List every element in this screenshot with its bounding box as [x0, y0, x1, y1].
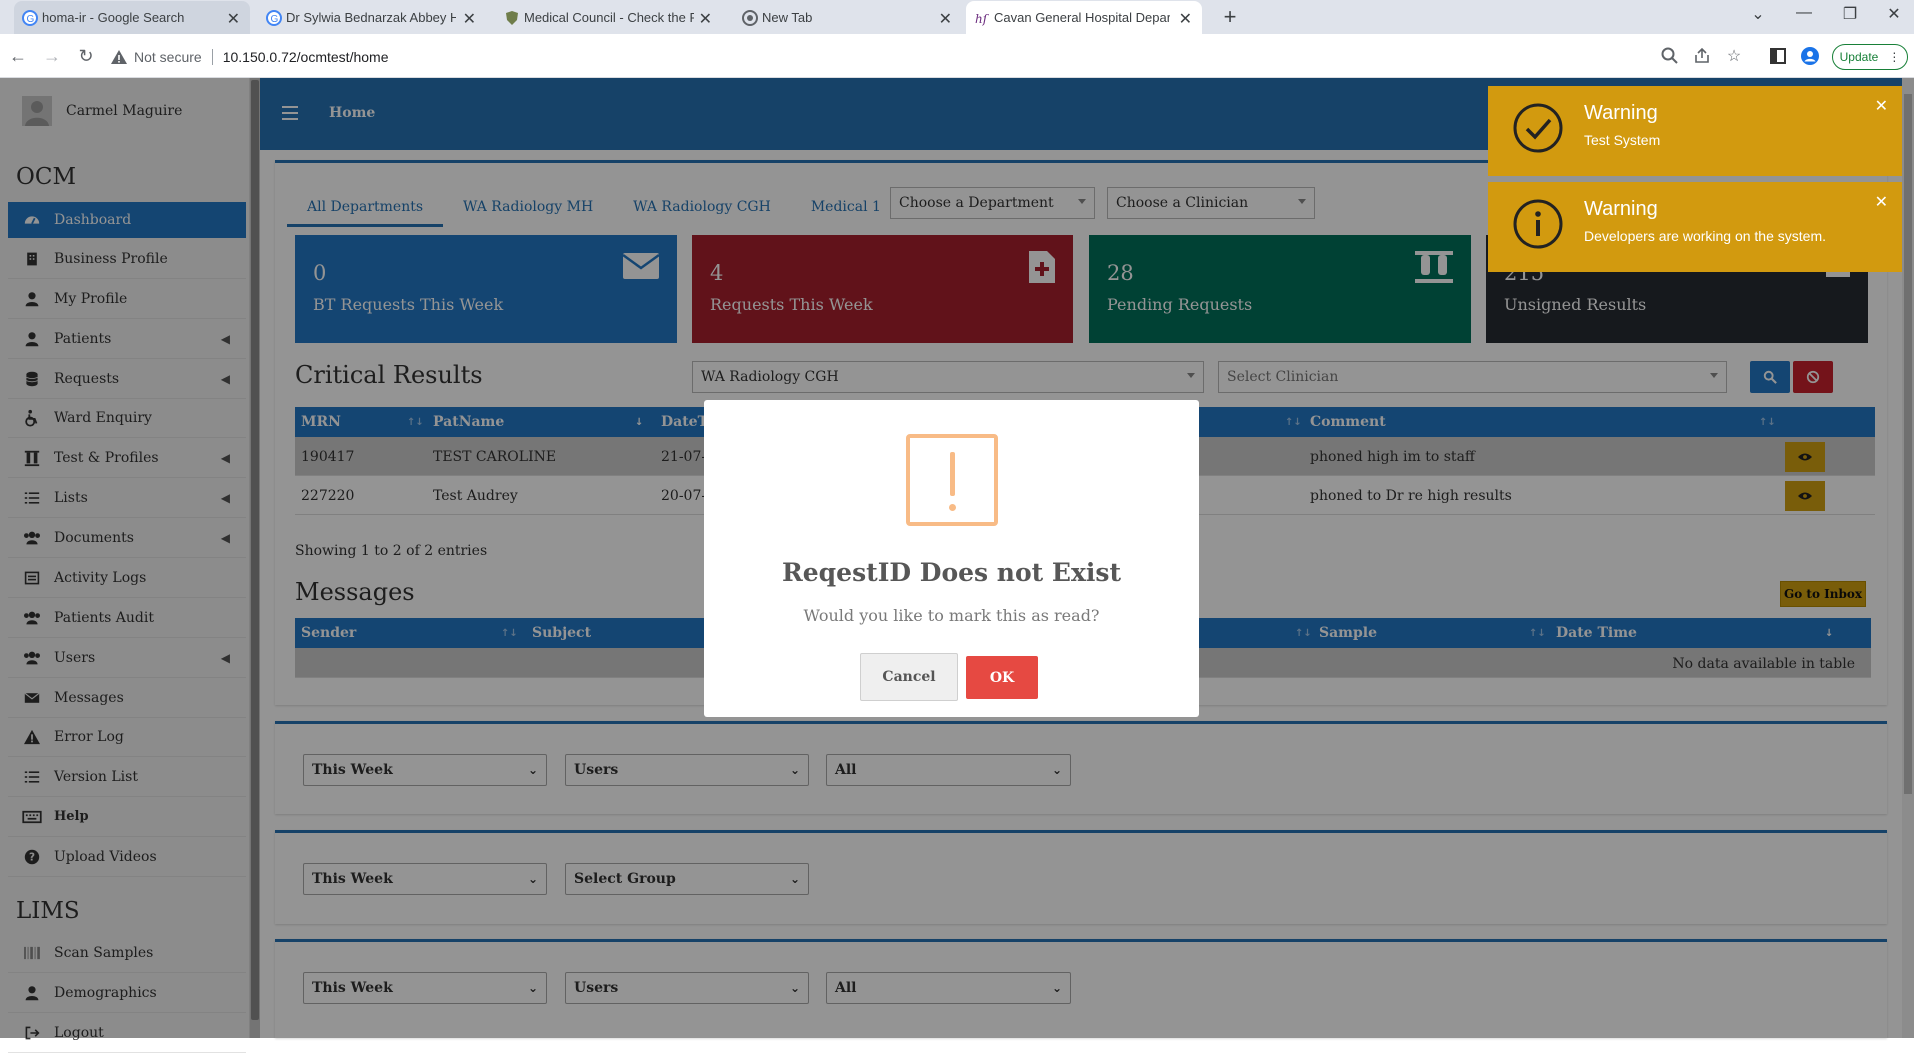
browser-tab[interactable]: New Tab ✕ — [734, 1, 962, 34]
tab-title: Dr Sylwia Bednarzak Abbey Hou — [286, 10, 456, 25]
shield-icon — [506, 11, 518, 25]
address-bar: ← → ↻ Not secure 10.150.0.72/ocmtest/hom… — [0, 34, 1914, 78]
google-icon: G — [266, 10, 282, 26]
browser-tab-strip: G homa-ir - Google Search ✕ G Dr Sylwia … — [0, 0, 1914, 34]
svg-text:G: G — [27, 14, 35, 25]
toast-warning: Warning Test System ✕ — [1488, 86, 1902, 176]
cancel-button[interactable]: Cancel — [860, 653, 958, 701]
hse-logo-icon: hſ — [975, 12, 990, 26]
close-icon[interactable]: ✕ — [1875, 192, 1888, 211]
svg-text:G: G — [271, 14, 279, 25]
warning-icon — [111, 50, 127, 64]
back-icon[interactable]: ← — [6, 44, 30, 68]
tab-title: New Tab — [762, 10, 813, 25]
reload-icon[interactable]: ↻ — [74, 44, 98, 68]
close-icon[interactable]: ✕ — [227, 9, 240, 29]
close-icon[interactable]: ✕ — [699, 9, 712, 29]
browser-tab-active[interactable]: hſ Cavan General Hospital Departr ✕ — [966, 1, 1202, 34]
toast-title: Warning — [1584, 198, 1658, 220]
side-panel-icon[interactable] — [1768, 46, 1788, 66]
url-text: 10.150.0.72/ocmtest/home — [222, 49, 389, 65]
restore-icon[interactable]: ❐ — [1836, 4, 1864, 28]
divider — [211, 49, 213, 65]
exclamation-bar — [950, 452, 955, 496]
confirm-dialog: ReqestID Does not Exist Would you like t… — [704, 400, 1199, 717]
dialog-title: ReqestID Does not Exist — [782, 558, 1121, 587]
toast-message: Developers are working on the system. — [1584, 228, 1826, 244]
check-circle-icon — [1513, 103, 1563, 153]
browser-tab[interactable]: G homa-ir - Google Search ✕ — [14, 1, 250, 34]
tab-title: homa-ir - Google Search — [42, 10, 185, 25]
ok-button[interactable]: OK — [966, 656, 1038, 699]
close-icon[interactable]: ✕ — [463, 9, 476, 29]
browser-tab[interactable]: Medical Council - Check the Re ✕ — [496, 1, 722, 34]
share-icon[interactable] — [1692, 46, 1712, 66]
forward-icon[interactable]: → — [40, 44, 64, 68]
update-button[interactable]: Update ⋮ — [1832, 44, 1908, 70]
svg-text:hſ: hſ — [975, 12, 990, 26]
dialog-message: Would you like to mark this as read? — [803, 606, 1100, 625]
tab-search-icon[interactable]: ⌄ — [1744, 4, 1772, 28]
close-icon[interactable]: ✕ — [1179, 9, 1192, 29]
browser-tab[interactable]: G Dr Sylwia Bednarzak Abbey Hou ✕ — [258, 1, 486, 34]
close-icon[interactable]: ✕ — [1875, 96, 1888, 115]
google-icon: G — [22, 10, 38, 26]
tab-title: Medical Council - Check the Re — [524, 10, 694, 25]
tab-title: Cavan General Hospital Departr — [994, 10, 1170, 25]
exclamation-dot — [949, 504, 956, 511]
close-window-icon[interactable]: ✕ — [1880, 4, 1908, 28]
chrome-icon — [742, 10, 758, 26]
url-field[interactable]: Not secure 10.150.0.72/ocmtest/home — [110, 43, 1650, 71]
profile-icon[interactable] — [1800, 46, 1820, 66]
toast-title: Warning — [1584, 102, 1658, 124]
not-secure-label: Not secure — [134, 49, 202, 65]
close-icon[interactable]: ✕ — [939, 9, 952, 29]
warning-exclamation-icon — [906, 434, 998, 526]
zoom-icon[interactable] — [1660, 46, 1680, 66]
update-label: Update — [1839, 50, 1879, 64]
minimize-icon[interactable]: — — [1790, 4, 1818, 28]
bookmark-star-icon[interactable]: ☆ — [1724, 46, 1744, 66]
toast-warning: Warning Developers are working on the sy… — [1488, 182, 1902, 272]
info-circle-icon — [1513, 199, 1563, 249]
toast-message: Test System — [1584, 132, 1661, 148]
new-tab-icon[interactable]: + — [1218, 6, 1242, 30]
more-vert-icon: ⋮ — [1888, 50, 1901, 64]
